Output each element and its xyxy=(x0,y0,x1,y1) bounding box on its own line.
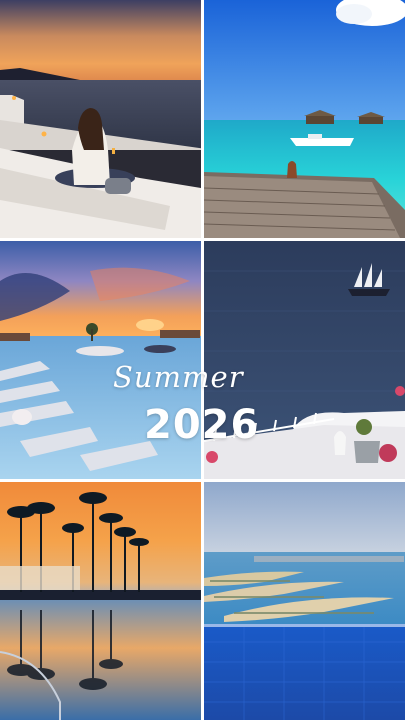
photo-sunset-balcony xyxy=(0,0,201,238)
photo-overwater-villas xyxy=(204,0,405,238)
photo-palm-islands-aerial xyxy=(204,482,405,720)
photo-palm-pool-sunset xyxy=(0,482,201,720)
photo-sailing-ship xyxy=(204,241,405,479)
photo-infinity-pool-sunset xyxy=(0,241,201,479)
